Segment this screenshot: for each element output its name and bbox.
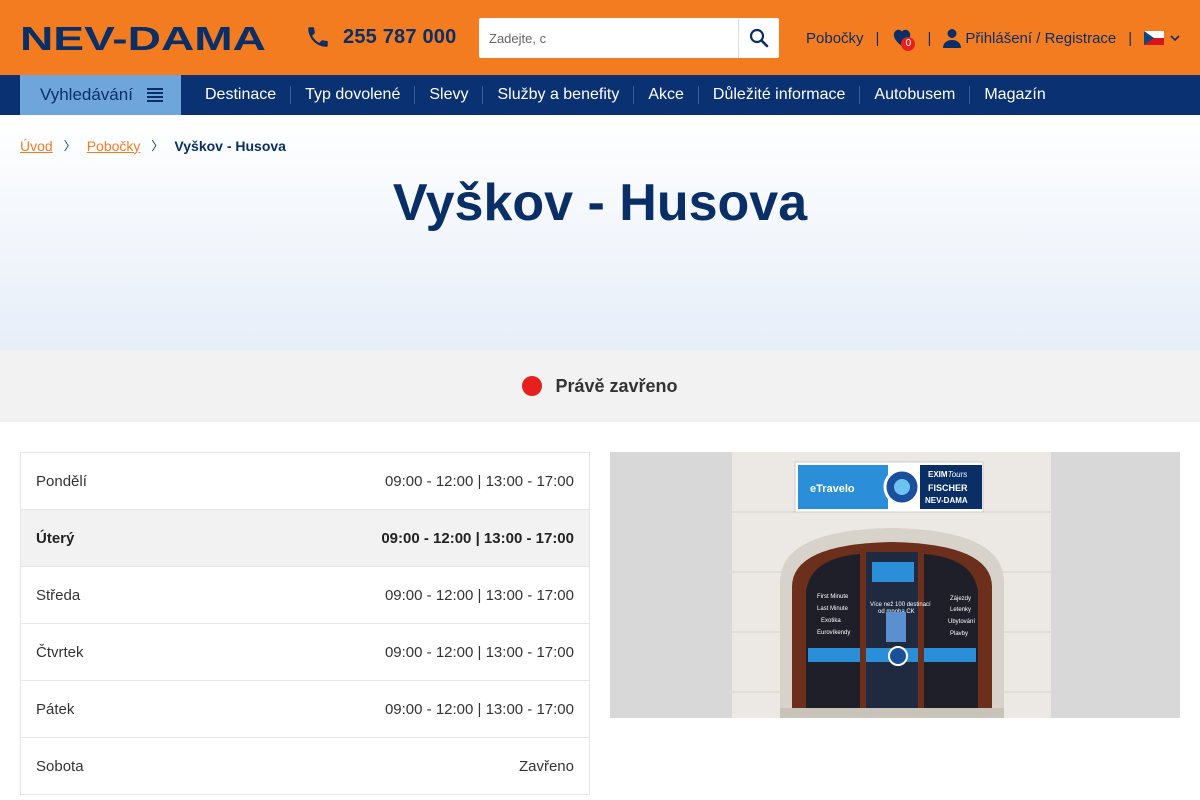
favorites-button[interactable]: 0: [891, 27, 916, 51]
nav-item-services[interactable]: Služby a benefity: [483, 86, 635, 104]
hours-row: Pátek 09:00 - 12:00 | 13:00 - 17:00: [21, 681, 589, 738]
search-box: [479, 18, 779, 58]
favorites-count-badge: 0: [901, 37, 916, 51]
svg-text:Letenky: Letenky: [950, 607, 971, 613]
hero-section: Úvod 〉 Pobočky 〉 Vyškov - Husova Vyškov …: [0, 115, 1200, 350]
hours-row-today: Úterý 09:00 - 12:00 | 13:00 - 17:00: [21, 510, 589, 567]
branch-photo[interactable]: eTravelo EXIMTours FISCHER NEV-DAMA Firs…: [610, 452, 1180, 718]
hours-row: Sobota Zavřeno: [21, 738, 589, 795]
svg-text:Last Minute: Last Minute: [817, 606, 849, 612]
search-input[interactable]: [479, 18, 739, 58]
svg-text:eTravelo: eTravelo: [810, 483, 855, 495]
breadcrumb: Úvod 〉 Pobočky 〉 Vyškov - Husova: [20, 137, 286, 154]
search-menu-label: Vyhledávání: [40, 85, 133, 104]
nav-item-by-bus[interactable]: Autobusem: [860, 86, 971, 104]
page-title: Vyškov - Husova: [392, 174, 808, 232]
separator: |: [1128, 29, 1133, 47]
status-text: Právě zavřeno: [555, 375, 678, 396]
separator: |: [927, 29, 932, 47]
svg-text:EXIMTours: EXIMTours: [928, 470, 967, 479]
branches-link[interactable]: Pobočky: [806, 30, 864, 47]
nav-items: Destinace Typ dovolené Slevy Služby a be…: [191, 75, 1060, 115]
chevron-down-icon[interactable]: [1170, 34, 1180, 42]
svg-text:First Minute: First Minute: [817, 594, 849, 600]
top-header: NEV-DAMA 255 787 000 Pobočky | 0 |: [0, 0, 1200, 75]
search-icon: [749, 28, 769, 48]
nav-item-magazine[interactable]: Magazín: [970, 86, 1059, 104]
svg-text:Ubytování: Ubytování: [948, 619, 975, 625]
svg-text:Zájezdy: Zájezdy: [950, 596, 971, 602]
nav-item-promotions[interactable]: Akce: [634, 86, 699, 104]
main-navigation: Vyhledávání Destinace Typ dovolené Slevy…: [0, 75, 1200, 115]
day-hours: 09:00 - 12:00 | 13:00 - 17:00: [384, 643, 574, 661]
hours-row: Středa 09:00 - 12:00 | 13:00 - 17:00: [21, 567, 589, 624]
day-name: Sobota: [36, 757, 84, 775]
svg-text:Eurovíkendy: Eurovíkendy: [817, 630, 850, 636]
nev-dama-logo[interactable]: NEV-DAMA: [20, 25, 266, 51]
status-indicator-dot: [522, 376, 543, 396]
hours-row: Čtvrtek 09:00 - 12:00 | 13:00 - 17:00: [21, 624, 589, 681]
hours-row: Pondělí 09:00 - 12:00 | 13:00 - 17:00: [21, 453, 589, 510]
czech-flag-icon[interactable]: [1144, 31, 1165, 45]
top-links: Pobočky | 0 | Přihlášení / Registrace |: [806, 27, 1180, 51]
day-hours: 09:00 - 12:00 | 13:00 - 17:00: [384, 586, 574, 604]
breadcrumb-separator: 〉: [151, 139, 164, 153]
search-menu-button[interactable]: Vyhledávání: [20, 75, 181, 115]
breadcrumb-separator: 〉: [63, 139, 76, 153]
menu-list-icon: [146, 88, 163, 102]
nav-item-important-info[interactable]: Důležité informace: [699, 86, 861, 104]
svg-text:NEV-DAMA: NEV-DAMA: [925, 496, 968, 505]
breadcrumb-home-link[interactable]: Úvod: [20, 138, 53, 154]
day-name: Středa: [36, 586, 81, 604]
svg-text:NEV-DAMA: NEV-DAMA: [20, 25, 266, 51]
day-hours: 09:00 - 12:00 | 13:00 - 17:00: [384, 472, 574, 490]
open-status-bar: Právě zavřeno: [0, 350, 1200, 422]
svg-text:Plavby: Plavby: [950, 631, 968, 637]
svg-text:FISCHER: FISCHER: [928, 483, 968, 493]
svg-text:Více než 100 destinací: Více než 100 destinací: [870, 602, 931, 608]
opening-hours-table: Pondělí 09:00 - 12:00 | 13:00 - 17:00 Út…: [20, 452, 590, 795]
breadcrumb-branches-link[interactable]: Pobočky: [87, 138, 141, 154]
svg-text:Exotika: Exotika: [821, 618, 841, 624]
storefront-illustration: eTravelo EXIMTours FISCHER NEV-DAMA Firs…: [610, 452, 1180, 718]
phone-contact[interactable]: 255 787 000: [305, 24, 456, 50]
user-icon: [943, 29, 962, 48]
separator: |: [875, 29, 880, 47]
login-link[interactable]: Přihlášení / Registrace: [943, 28, 1116, 48]
day-name: Pondělí: [36, 472, 87, 490]
search-button[interactable]: [739, 18, 779, 58]
day-name: Čtvrtek: [36, 643, 84, 661]
breadcrumb-current: Vyškov - Husova: [174, 137, 286, 154]
phone-icon: [308, 27, 328, 47]
day-hours: Zavřeno: [518, 757, 574, 775]
nav-item-destinations[interactable]: Destinace: [191, 86, 292, 104]
day-name: Pátek: [36, 700, 75, 718]
day-hours: 09:00 - 12:00 | 13:00 - 17:00: [384, 700, 574, 718]
login-label: Přihlášení / Registrace: [965, 29, 1117, 47]
day-name: Úterý: [36, 529, 75, 547]
nav-item-holiday-type[interactable]: Typ dovolené: [291, 86, 416, 104]
day-hours: 09:00 - 12:00 | 13:00 - 17:00: [381, 529, 574, 547]
phone-number[interactable]: 255 787 000: [343, 26, 456, 49]
nav-item-discounts[interactable]: Slevy: [415, 86, 484, 104]
